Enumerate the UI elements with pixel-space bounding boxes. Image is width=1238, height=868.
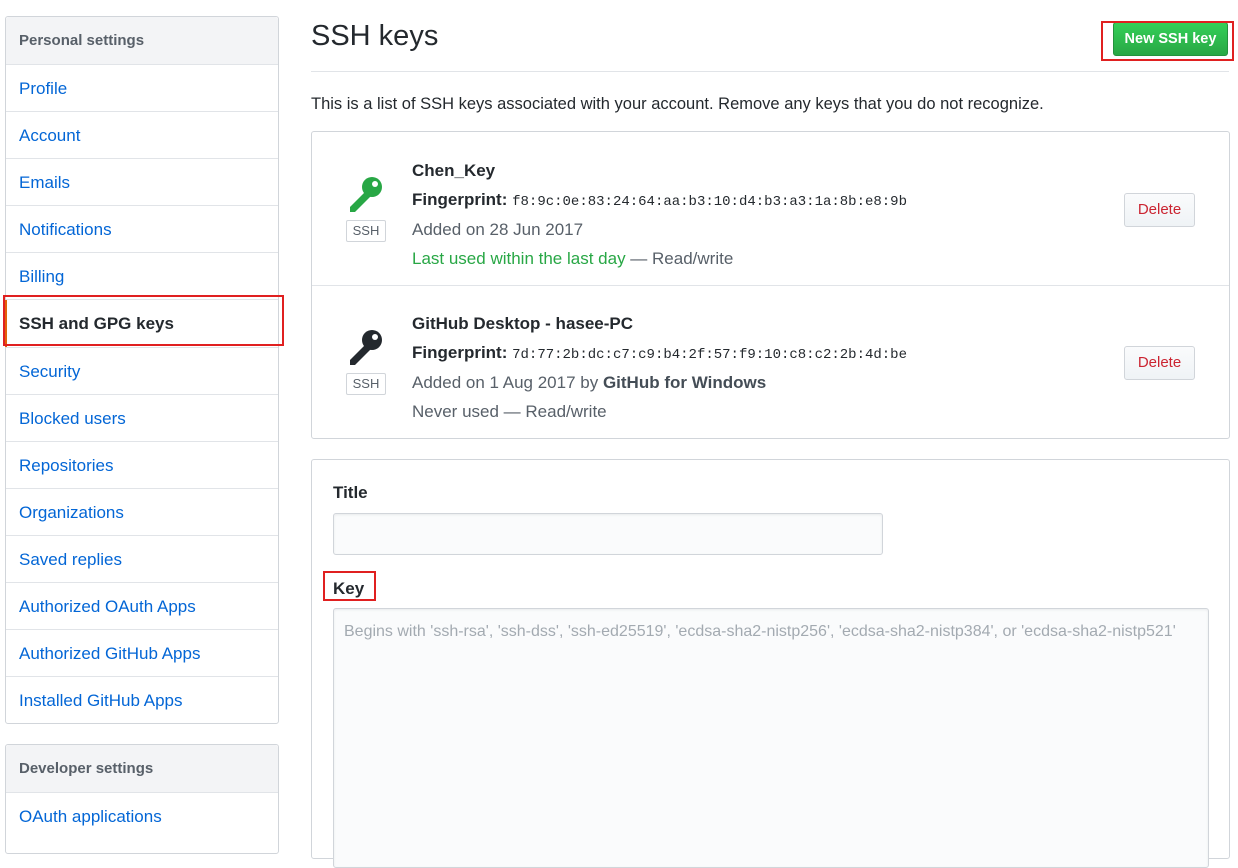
key-label: Key — [333, 579, 365, 598]
new-ssh-key-button[interactable]: New SSH key — [1113, 22, 1228, 56]
sidebar-item-ssh-gpg-keys[interactable]: SSH and GPG keys — [5, 300, 278, 348]
ssh-key-name: Chen_Key — [412, 161, 496, 180]
page-title: SSH keys — [311, 20, 439, 52]
ssh-key-details: Chen_Key Fingerprint: f8:9c:0e:83:24:64:… — [412, 157, 907, 273]
sidebar-item-emails[interactable]: Emails — [6, 159, 278, 207]
sidebar-item-authorized-oauth-apps[interactable]: Authorized OAuth Apps — [6, 583, 278, 631]
ssh-key-added-by: GitHub for Windows — [602, 373, 767, 392]
title-input[interactable] — [333, 513, 883, 555]
sidebar-item-billing[interactable]: Billing — [6, 253, 278, 301]
title-label: Title — [333, 483, 368, 502]
key-icon — [350, 177, 382, 212]
ssh-key-usage-row: Last used within the last day — Read/wri… — [412, 245, 907, 274]
sidebar-item-profile[interactable]: Profile — [6, 65, 278, 113]
title-divider — [311, 71, 1229, 72]
key-textarea[interactable] — [333, 608, 1209, 868]
fingerprint-value: f8:9c:0e:83:24:64:aa:b3:10:d4:b3:a3:1a:8… — [512, 193, 907, 210]
intro-text: This is a list of SSH keys associated wi… — [311, 95, 1044, 113]
delete-key-button[interactable]: Delete — [1124, 346, 1195, 380]
ssh-key-fingerprint-row: Fingerprint: 7d:77:2b:dc:c7:c9:b4:2f:57:… — [412, 339, 907, 370]
add-ssh-key-form: Title Key — [311, 459, 1230, 868]
sidebar-item-installed-github-apps[interactable]: Installed GitHub Apps — [6, 677, 278, 724]
personal-settings-heading: Personal settings — [6, 17, 278, 65]
ssh-key-last-used: Last used within the last day — [412, 248, 626, 268]
ssh-key-name: GitHub Desktop - hasee-PC — [412, 314, 634, 333]
ssh-key-access: — Read/write — [625, 248, 734, 268]
personal-settings-menu: Personal settings Profile Account Emails… — [5, 16, 279, 724]
sidebar-item-repositories[interactable]: Repositories — [6, 442, 278, 489]
ssh-key-usage-row: Never used — Read/write — [412, 398, 907, 427]
sidebar-item-notifications[interactable]: Notifications — [6, 206, 278, 254]
ssh-key-last-used: Never used — [412, 401, 499, 421]
fingerprint-value: 7d:77:2b:dc:c7:c9:b4:2f:57:f9:10:c8:c2:2… — [512, 346, 907, 363]
ssh-key-fingerprint-row: Fingerprint: f8:9c:0e:83:24:64:aa:b3:10:… — [412, 186, 907, 217]
delete-key-button[interactable]: Delete — [1124, 193, 1195, 227]
sidebar-item-organizations[interactable]: Organizations — [6, 489, 278, 536]
ssh-key-added-row: Added on 1 Aug 2017 by GitHub for Window… — [412, 369, 907, 398]
fingerprint-label: Fingerprint: — [412, 189, 508, 209]
key-icon — [350, 330, 382, 365]
ssh-key-list: SSH Chen_Key Fingerprint: f8:9c:0e:83:24… — [311, 131, 1230, 439]
fingerprint-label: Fingerprint: — [412, 342, 508, 362]
sidebar-item-oauth-applications[interactable]: OAuth applications — [6, 793, 278, 840]
sidebar-item-authorized-github-apps[interactable]: Authorized GitHub Apps — [6, 630, 278, 678]
ssh-key-item: SSH Chen_Key Fingerprint: f8:9c:0e:83:24… — [312, 132, 1229, 286]
ssh-key-details: GitHub Desktop - hasee-PC Fingerprint: 7… — [412, 310, 907, 426]
ssh-key-added-date: Added on 1 Aug 2017 by — [412, 373, 603, 392]
ssh-key-added-date: Added on 28 Jun 2017 — [412, 220, 584, 239]
developer-settings-menu: Developer settings OAuth applications — [5, 744, 279, 854]
ssh-key-access: — Read/write — [498, 401, 607, 421]
ssh-badge: SSH — [346, 373, 386, 395]
developer-settings-heading: Developer settings — [6, 745, 278, 793]
sidebar-item-saved-replies[interactable]: Saved replies — [6, 536, 278, 584]
sidebar-item-blocked-users[interactable]: Blocked users — [6, 395, 278, 442]
sidebar-item-account[interactable]: Account — [6, 112, 278, 160]
ssh-key-item: SSH GitHub Desktop - hasee-PC Fingerprin… — [312, 285, 1229, 438]
ssh-badge: SSH — [346, 220, 386, 242]
sidebar-item-security[interactable]: Security — [6, 348, 278, 395]
